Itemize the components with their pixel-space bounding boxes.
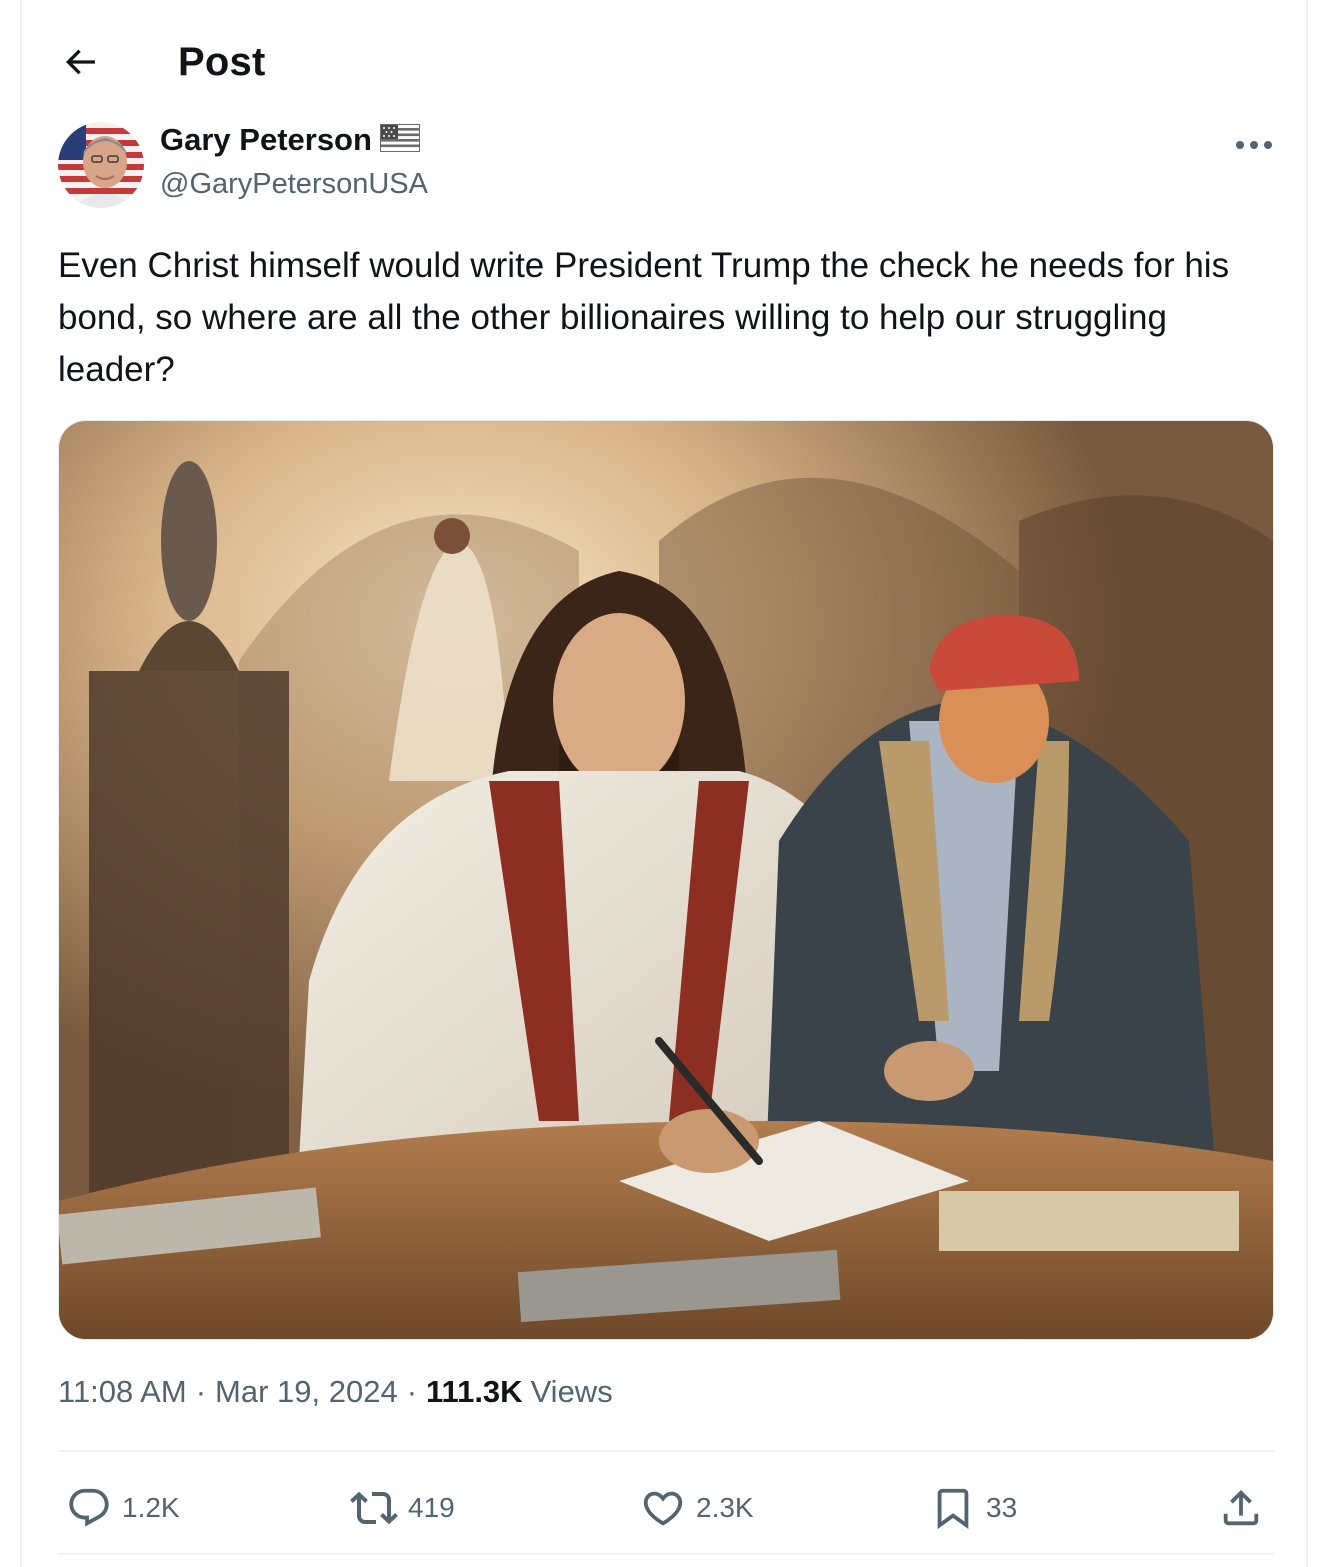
reply-icon bbox=[69, 1488, 109, 1527]
retweet-icon bbox=[350, 1491, 398, 1525]
author-row: Gary Peterson @GaryPetersonUSA bbox=[58, 120, 1278, 210]
views-count: 111.3K bbox=[426, 1374, 523, 1409]
handle[interactable]: @GaryPetersonUSA bbox=[160, 168, 428, 201]
like-button[interactable]: 2.3K bbox=[640, 1478, 754, 1538]
arrow-left-icon bbox=[65, 49, 95, 75]
back-button[interactable] bbox=[58, 40, 102, 84]
reply-count: 1.2K bbox=[122, 1492, 180, 1523]
divider bbox=[58, 1450, 1274, 1452]
tweet-text: Even Christ himself would write Presiden… bbox=[58, 246, 1230, 389]
retweet-count: 419 bbox=[408, 1492, 455, 1523]
action-bar: 1.2K 419 2.3K 33 bbox=[58, 1478, 1274, 1538]
share-icon bbox=[1223, 1489, 1259, 1526]
bookmark-count: 33 bbox=[986, 1492, 1018, 1523]
page-title: Post bbox=[178, 39, 266, 84]
bookmark-button[interactable]: 33 bbox=[930, 1478, 1017, 1538]
timestamp-date[interactable]: Mar 19, 2024 bbox=[215, 1374, 398, 1410]
timestamp-time[interactable]: 11:08 AM bbox=[58, 1374, 187, 1410]
more-button[interactable] bbox=[1230, 130, 1278, 160]
separator: · bbox=[195, 1374, 207, 1409]
us-flag-icon bbox=[379, 123, 420, 157]
name-row: Gary Peterson bbox=[160, 122, 420, 158]
like-count: 2.3K bbox=[696, 1492, 754, 1523]
more-horizontal-icon bbox=[1236, 141, 1272, 149]
reply-button[interactable]: 1.2K bbox=[66, 1478, 180, 1538]
heart-icon bbox=[643, 1491, 683, 1526]
avatar[interactable] bbox=[58, 122, 144, 208]
display-name[interactable]: Gary Peterson bbox=[160, 122, 372, 158]
tweet-image[interactable] bbox=[58, 420, 1274, 1340]
header: Post bbox=[58, 30, 1278, 94]
divider bbox=[58, 1553, 1274, 1555]
separator: · bbox=[406, 1374, 418, 1409]
retweet-button[interactable]: 419 bbox=[350, 1478, 455, 1538]
views-label: Views bbox=[530, 1374, 613, 1409]
bookmark-icon bbox=[937, 1488, 969, 1529]
share-button[interactable] bbox=[1218, 1478, 1264, 1538]
tweet-meta: 11:08 AM · Mar 19, 2024 · 111.3K Views bbox=[58, 1374, 613, 1410]
